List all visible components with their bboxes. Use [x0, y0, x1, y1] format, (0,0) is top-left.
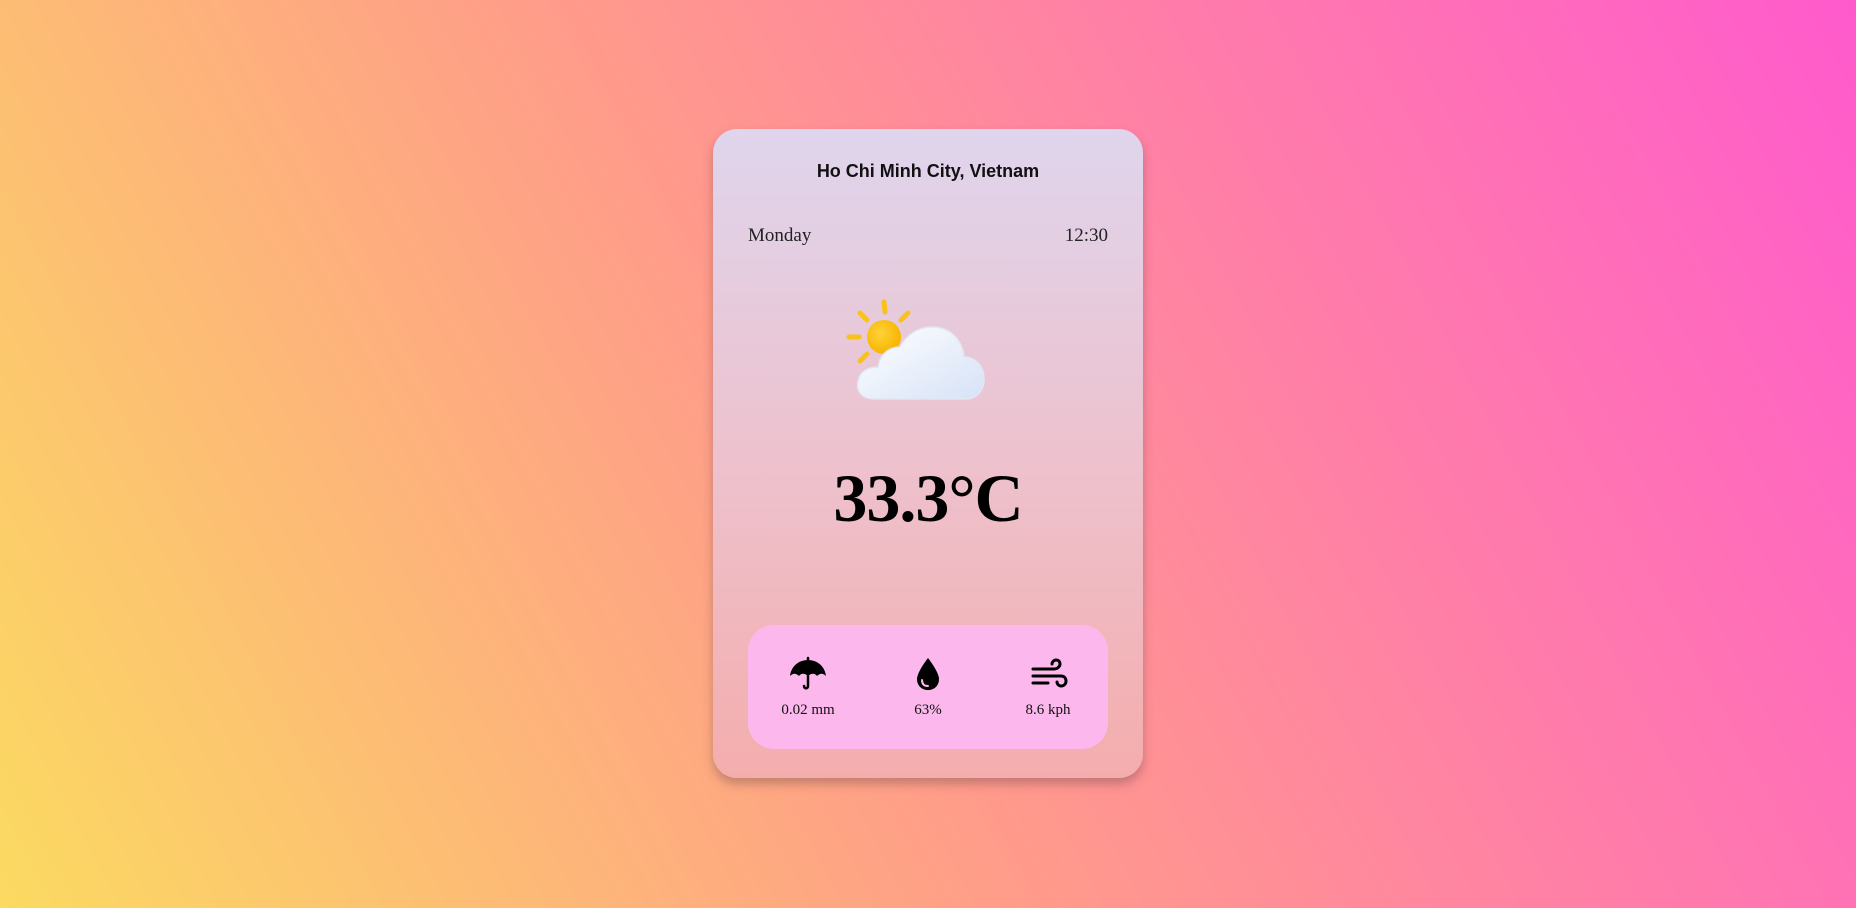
day-label: Monday	[748, 225, 812, 246]
wind-icon	[1028, 656, 1068, 692]
droplet-icon	[908, 656, 948, 692]
wind-value: 8.6 kph	[1025, 701, 1071, 718]
temperature-value: 33.3°C	[833, 460, 1023, 536]
location-title: Ho Chi Minh City, Vietnam	[816, 161, 1040, 181]
stats-panel: 0.02 mm 63% 8.6 kph	[748, 625, 1108, 749]
precipitation-value: 0.02 mm	[781, 701, 835, 718]
weather-card: Ho Chi Minh City, Vietnam Monday 12:30 3…	[713, 129, 1143, 778]
date-time-row: Monday 12:30	[748, 225, 1108, 247]
humidity-value: 63%	[914, 701, 942, 718]
time-label: 12:30	[1064, 225, 1108, 246]
humidity-stat: 63%	[873, 656, 983, 719]
precipitation-stat: 0.02 mm	[753, 656, 863, 719]
umbrella-icon	[788, 656, 828, 692]
wind-stat: 8.6 kph	[993, 656, 1103, 719]
partly-cloudy-icon	[846, 299, 990, 411]
